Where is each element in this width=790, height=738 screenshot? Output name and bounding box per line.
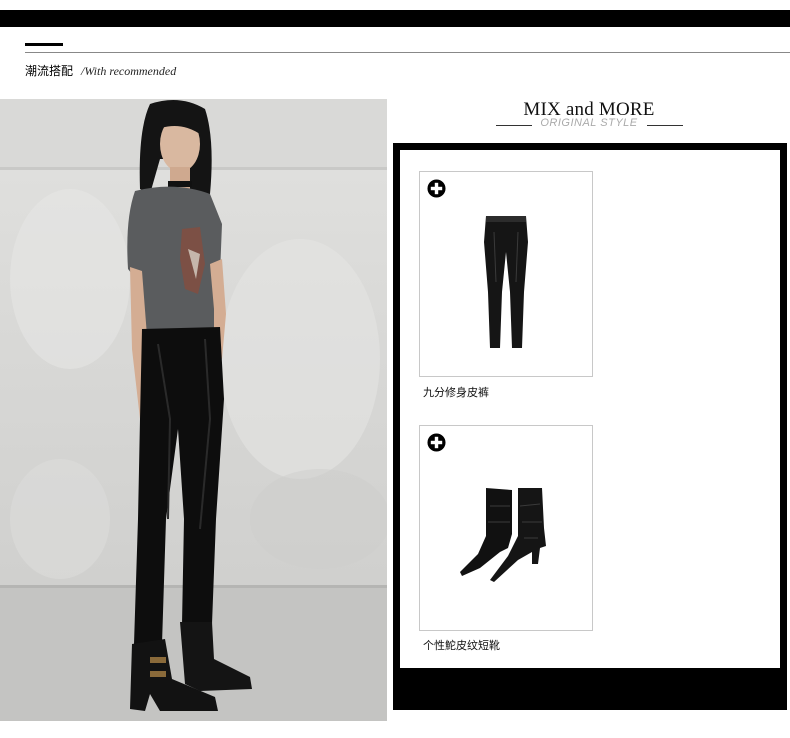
product-name-pants[interactable]: 九分修身皮裤	[423, 384, 489, 400]
plus-circle-icon[interactable]	[427, 433, 446, 452]
heading-accent-line	[25, 43, 63, 46]
subtitle-right-rule	[647, 125, 683, 126]
section-title-en: /With recommended	[81, 64, 177, 78]
model-photo	[0, 99, 387, 721]
section-title: 潮流搭配/With recommended	[25, 62, 176, 79]
plus-circle-icon[interactable]	[427, 179, 446, 198]
heading-divider	[25, 52, 790, 53]
product-card-pants[interactable]	[419, 171, 593, 377]
product-name-boots[interactable]: 个性鮀皮纹短靴	[423, 637, 500, 653]
section-title-cn: 潮流搭配	[25, 64, 74, 78]
brand-subtitle: ORIGINAL STYLE	[540, 117, 638, 129]
top-banner-bar	[0, 10, 790, 27]
brand-header: MIX and MORE ORIGINAL STYLE	[393, 97, 785, 137]
leather-pants-image	[484, 216, 528, 348]
product-card-boots[interactable]	[419, 425, 593, 631]
ankle-boots-image	[460, 488, 546, 582]
product-frame: 九分修身皮裤 个性鮀皮纹短靴	[393, 143, 787, 710]
product-panel: 九分修身皮裤 个性鮀皮纹短靴	[400, 150, 780, 668]
model-illustration	[0, 99, 387, 721]
